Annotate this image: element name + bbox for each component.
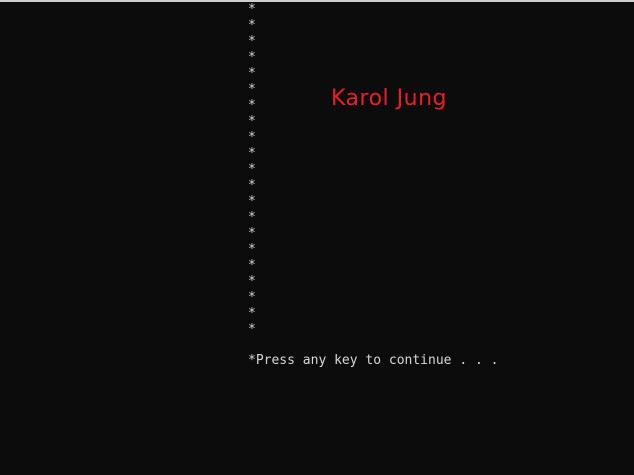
asterisk-column: * * * * * * * * * * * * * * * * * * * * … (248, 2, 258, 338)
console-line: * (248, 322, 256, 337)
console-line: * (248, 162, 256, 177)
console-line: * (248, 98, 256, 113)
console-line: * (248, 306, 256, 321)
console-line: * (248, 50, 256, 65)
console-line: * (248, 146, 256, 161)
console-line: * (248, 66, 256, 81)
continue-prompt: *Press any key to continue . . . (248, 353, 499, 368)
console-line: * (248, 194, 256, 209)
console-line: * (248, 34, 256, 49)
console-line: * (248, 226, 256, 241)
console-line: * (248, 210, 256, 225)
console-line: * (248, 290, 256, 305)
console-line: * (248, 2, 256, 17)
console-line: * (248, 82, 256, 97)
console-line: * (248, 130, 256, 145)
console-line: * (248, 114, 256, 129)
console-line: * (248, 242, 256, 257)
name-text: Karol Jung (331, 86, 447, 111)
console-line: * (248, 18, 256, 33)
console-output: * * * * * * * * * * * * * * * * * * * * … (0, 0, 634, 475)
console-line: * (248, 258, 256, 273)
console-line: * (248, 178, 256, 193)
console-line: * (248, 274, 256, 289)
